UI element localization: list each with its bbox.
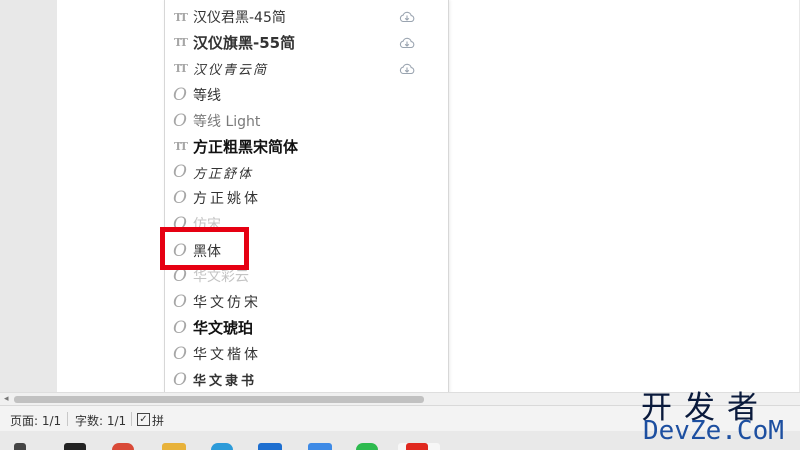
cloud-download-icon[interactable] bbox=[399, 63, 415, 75]
opentype-font-icon: O bbox=[173, 291, 187, 312]
status-divider bbox=[131, 412, 132, 426]
wechat-icon[interactable] bbox=[356, 443, 378, 450]
font-item-label: 华文琥珀 bbox=[193, 319, 254, 338]
opentype-font-icon: O bbox=[173, 84, 187, 105]
mail-icon[interactable] bbox=[258, 443, 282, 450]
chrome-icon[interactable] bbox=[112, 443, 134, 450]
scrollbar-thumb[interactable] bbox=[14, 396, 424, 403]
font-item-label: 方正粗黑宋简体 bbox=[193, 138, 299, 156]
font-item-label: 汉仪旗黑-55简 bbox=[193, 34, 296, 53]
font-item-label: 汉仪君黑-45简 bbox=[193, 10, 286, 26]
font-item-label: 华文楷体 bbox=[193, 346, 261, 363]
app-icon[interactable] bbox=[308, 443, 332, 450]
opentype-font-icon: O bbox=[173, 369, 187, 390]
spellcheck-label[interactable]: 拼 bbox=[152, 412, 164, 429]
opentype-font-icon: O bbox=[173, 343, 187, 364]
font-item-label: 华文隶书 bbox=[193, 374, 258, 390]
opentype-font-icon: O bbox=[173, 266, 187, 286]
font-item[interactable]: O 等线 bbox=[165, 82, 446, 108]
font-item[interactable]: TT 方正粗黑宋简体 bbox=[165, 134, 446, 160]
opentype-font-icon: O bbox=[173, 241, 187, 261]
font-item[interactable]: O 等线 Light bbox=[165, 108, 446, 134]
opentype-font-icon: O bbox=[173, 162, 187, 183]
site-watermark: 开发者 DevZe.CoM bbox=[641, 378, 796, 450]
font-item[interactable]: O 华文琥珀 bbox=[165, 315, 446, 341]
font-item-label: 等线 Light bbox=[193, 113, 261, 130]
font-item[interactable]: O 方正姚体 bbox=[165, 185, 446, 211]
font-item[interactable]: O 华文楷体 bbox=[165, 341, 446, 367]
tt-font-icon: TT bbox=[174, 10, 188, 24]
font-item[interactable]: TT 汉仪旗黑-55简 bbox=[165, 30, 446, 56]
cloud-download-icon[interactable] bbox=[399, 11, 415, 23]
font-item-label: 方正姚体 bbox=[193, 191, 261, 208]
status-divider bbox=[67, 412, 68, 426]
folder-icon[interactable] bbox=[162, 443, 186, 450]
watermark-line2: DevZe.CoM bbox=[643, 416, 784, 446]
font-item-label: 华文仿宋 bbox=[193, 294, 261, 311]
tt-font-icon: TT bbox=[174, 62, 188, 76]
tt-font-icon: TT bbox=[174, 140, 188, 153]
font-item[interactable]: TT 汉仪青云简 bbox=[165, 56, 446, 82]
taskbar-app-icon[interactable] bbox=[64, 443, 86, 450]
font-item[interactable]: TT 汉仪君黑-45简 bbox=[165, 4, 446, 30]
font-item-highlighted[interactable]: O 黑体 bbox=[165, 238, 243, 264]
font-item-label: 等线 bbox=[193, 87, 221, 104]
opentype-font-icon: O bbox=[173, 188, 187, 209]
tt-font-icon: TT bbox=[174, 36, 188, 50]
spellcheck-checkbox-icon[interactable]: ✓ bbox=[137, 413, 150, 426]
opentype-font-icon: O bbox=[173, 110, 187, 131]
opentype-font-icon: O bbox=[173, 317, 187, 338]
font-item-label: 方正舒体 bbox=[193, 166, 254, 182]
wps-icon[interactable] bbox=[406, 443, 428, 450]
word-count[interactable]: 字数: 1/1 bbox=[75, 412, 126, 429]
browser-icon[interactable] bbox=[211, 443, 233, 450]
font-item[interactable]: O 方正舒体 bbox=[165, 159, 446, 185]
cloud-download-icon[interactable] bbox=[399, 37, 415, 49]
start-icon[interactable] bbox=[14, 443, 26, 450]
page-counter[interactable]: 页面: 1/1 bbox=[10, 412, 61, 429]
font-item-label: 汉仪青云简 bbox=[193, 63, 269, 79]
font-item-label: 黑体 bbox=[193, 244, 221, 260]
font-dropdown-list[interactable]: TT 汉仪君黑-45简 TT 汉仪旗黑-55简 TT 汉仪青云简 O 等线 O 等线 Light T… bbox=[164, 0, 449, 427]
font-item[interactable]: O 华文隶书 bbox=[165, 367, 446, 393]
font-item[interactable]: O 华文仿宋 bbox=[165, 289, 446, 315]
